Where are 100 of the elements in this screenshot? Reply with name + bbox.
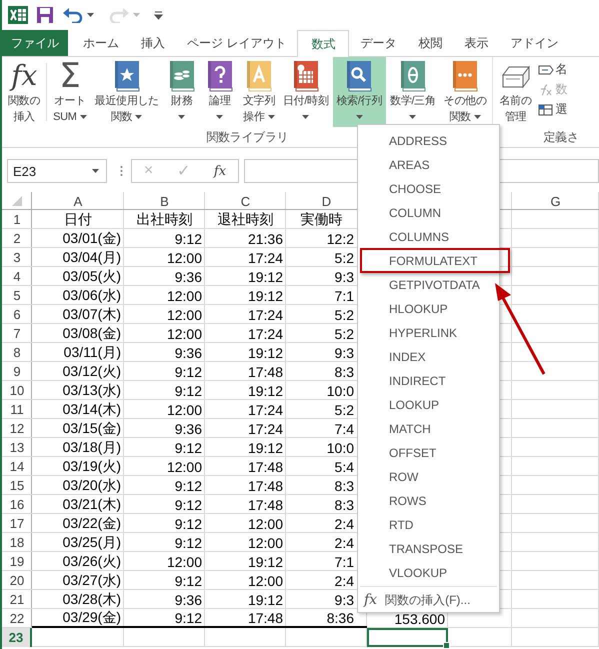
row-header[interactable]: 17: [10, 516, 24, 531]
row-header[interactable]: 15: [10, 478, 24, 493]
ribbon-command[interactable]: 選: [538, 101, 568, 118]
insert-function-button[interactable]: fx: [210, 164, 230, 178]
ribbon-button[interactable]: 論理: [200, 57, 239, 127]
customize-icon[interactable]: [154, 10, 163, 20]
ribbon-tab[interactable]: 校閲: [407, 30, 454, 56]
ribbon-tab[interactable]: ページ レイアウト: [176, 30, 298, 56]
row-header[interactable]: 12: [10, 421, 24, 436]
row-header[interactable]: 22: [10, 611, 24, 626]
row-header[interactable]: 4: [13, 269, 21, 284]
tag-icon: [538, 62, 554, 76]
table-cell: 12:00: [248, 572, 283, 588]
row-header[interactable]: 9: [13, 364, 21, 379]
menu-item[interactable]: INDEX: [358, 345, 499, 369]
ribbon-button[interactable]: fx 関数の 挿入: [4, 57, 44, 127]
row-header[interactable]: 8: [13, 345, 21, 360]
save-icon[interactable]: [36, 6, 54, 24]
table-cell: 17:24: [248, 402, 283, 418]
row-header[interactable]: 1: [13, 212, 21, 227]
name-box[interactable]: E23: [7, 159, 107, 183]
row-header[interactable]: 3: [13, 250, 21, 265]
menu-item[interactable]: HLOOKUP: [358, 297, 499, 321]
row-header[interactable]: 16: [10, 497, 24, 512]
row-header[interactable]: 18: [10, 535, 24, 550]
column-header[interactable]: A: [74, 194, 82, 208]
undo-icon[interactable]: [62, 7, 84, 23]
ribbon-button[interactable]: 検索/行列: [332, 57, 386, 127]
menu-item[interactable]: LOOKUP: [358, 393, 499, 417]
menu-item[interactable]: COLUMN: [358, 201, 499, 225]
menu-item[interactable]: INDIRECT: [358, 369, 499, 393]
menu-item[interactable]: AREAS: [358, 153, 499, 177]
ribbon-button[interactable]: 文字列 操作: [238, 57, 279, 127]
row-header[interactable]: 11: [10, 402, 24, 417]
ribbon-tab[interactable]: データ: [349, 30, 408, 56]
table-cell: 03/13(水): [62, 382, 121, 400]
column-header[interactable]: G: [550, 194, 561, 208]
table-cell: 7:1: [334, 554, 354, 570]
table-cell: 9:36: [174, 420, 202, 436]
ribbon-tab[interactable]: 表示: [453, 30, 500, 56]
table-cell: 5:4: [334, 458, 354, 474]
column-header[interactable]: D: [322, 194, 332, 208]
table-cell: 8:3: [334, 364, 354, 380]
table-cell: 12:00: [166, 402, 202, 418]
menu-item[interactable]: GETPIVOTDATA: [358, 273, 499, 297]
menu-item[interactable]: HYPERLINK: [358, 321, 499, 345]
column-header[interactable]: C: [240, 194, 250, 208]
table-cell: 03/19(火): [62, 458, 121, 476]
ribbon-tab[interactable]: アドイン: [499, 30, 570, 56]
row-header[interactable]: 19: [10, 554, 24, 569]
ribbon-button[interactable]: 数学/三角: [386, 57, 440, 127]
table-cell: 9:3: [334, 268, 354, 284]
ribbon-button[interactable]: 最近使用した 関数: [90, 57, 163, 127]
table-cell: 12:00: [248, 516, 283, 532]
ribbon-tab[interactable]: 挿入: [130, 30, 176, 56]
ribbon-command[interactable]: 名: [538, 61, 568, 78]
ribbon-button[interactable]: 財務: [162, 57, 201, 127]
ribbon-button[interactable]: 名前の 管理: [495, 57, 536, 127]
row-header[interactable]: 13: [10, 440, 24, 455]
table-cell: 17:48: [248, 610, 283, 626]
row-header[interactable]: 2: [13, 231, 21, 246]
menu-item[interactable]: ROWS: [358, 489, 499, 513]
table-cell: 03/18(月): [62, 438, 121, 456]
insert-function-item[interactable]: fx 関数の挿入(F)...: [358, 588, 499, 612]
row-header[interactable]: 5: [13, 288, 21, 303]
menu-item[interactable]: ROW: [358, 465, 499, 489]
table-cell: 03/20(水): [62, 476, 121, 494]
table-cell: 8:36: [326, 610, 354, 626]
ribbon-tab[interactable]: ホーム: [72, 30, 130, 56]
row-header[interactable]: 21: [10, 592, 24, 607]
menu-item[interactable]: FORMULATEXT: [358, 249, 499, 273]
menu-item[interactable]: MATCH: [358, 417, 499, 441]
menu-item[interactable]: ADDRESS: [358, 129, 499, 153]
sum-icon: Σ: [59, 60, 80, 92]
menu-item[interactable]: OFFSET: [358, 441, 499, 465]
row-header[interactable]: 7: [13, 326, 21, 341]
row-header[interactable]: 20: [10, 573, 24, 588]
menu-item[interactable]: CHOOSE: [358, 177, 499, 201]
table-cell: 12:00: [166, 554, 202, 570]
active-cell[interactable]: [367, 628, 448, 647]
file-tab[interactable]: ファイル: [2, 30, 68, 56]
ribbon-button[interactable]: Σ オート SUM: [49, 57, 91, 127]
row-header[interactable]: 6: [13, 307, 21, 322]
row-header[interactable]: 10: [10, 383, 24, 398]
grip-icon[interactable]: [120, 165, 123, 177]
menu-item[interactable]: COLUMNS: [358, 225, 499, 249]
table-cell: 03/01(金): [62, 230, 121, 248]
table-cell: 12:00: [248, 534, 283, 550]
ribbon-button[interactable]: その他の 関数: [440, 57, 490, 127]
group-label: 定義さ: [543, 128, 579, 146]
row-header[interactable]: 14: [10, 459, 24, 474]
table-cell: 17:48: [248, 496, 283, 512]
ribbon-button[interactable]: 日付/時刻: [278, 57, 333, 127]
menu-item[interactable]: VLOOKUP: [358, 561, 499, 585]
menu-item[interactable]: TRANSPOSE: [358, 537, 499, 561]
table-cell: 03/12(火): [62, 362, 121, 380]
column-header[interactable]: B: [160, 194, 169, 208]
menu-item[interactable]: RTD: [358, 513, 499, 537]
ribbon-tab[interactable]: 数式: [297, 30, 350, 57]
table-cell: 9:12: [174, 534, 202, 550]
